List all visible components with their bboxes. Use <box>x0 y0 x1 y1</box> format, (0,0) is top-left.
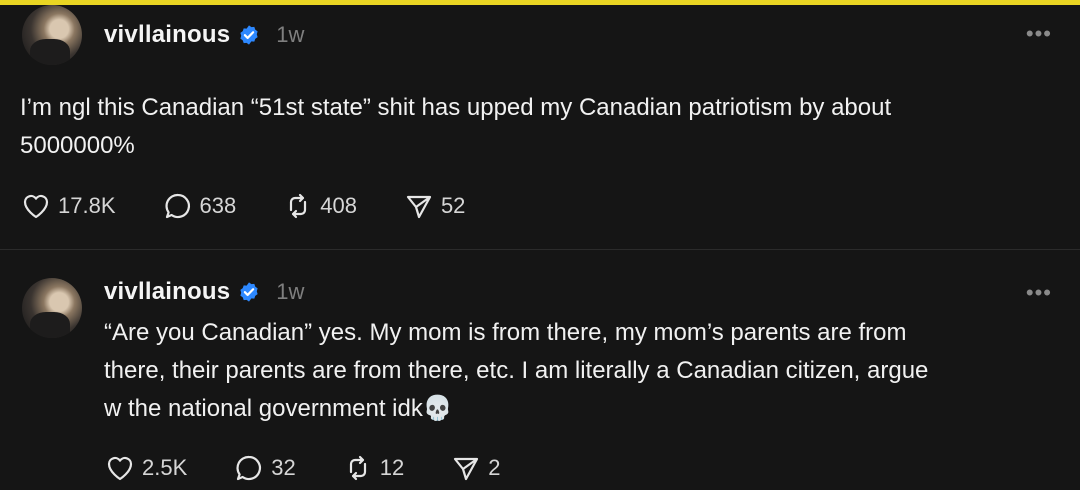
avatar[interactable] <box>22 278 82 338</box>
verified-badge-icon <box>240 282 258 302</box>
comment-icon <box>165 193 190 219</box>
post-time: 1w <box>276 279 305 304</box>
share-button[interactable]: 2 <box>450 452 500 484</box>
share-count: 2 <box>488 455 501 480</box>
post-text-line: 5000000% <box>20 132 135 159</box>
username[interactable]: vivllainous <box>104 278 230 306</box>
comment-button[interactable]: 638 <box>162 190 237 222</box>
comment-button[interactable]: 32 <box>233 452 296 484</box>
avatar[interactable] <box>22 5 82 65</box>
share-icon <box>454 457 479 481</box>
more-options-icon[interactable]: ••• <box>1026 21 1052 47</box>
heart-icon <box>23 194 49 219</box>
post-text-line: there, their parents are from there, etc… <box>104 357 929 384</box>
comment-count: 32 <box>271 455 296 480</box>
post-header: vivllainous 1w <box>104 20 304 50</box>
heart-icon <box>107 456 133 481</box>
post-text-line: “Are you Canadian” yes. My mom is from t… <box>104 319 907 346</box>
post-text-line: w the national government idk💀 <box>104 395 453 422</box>
post-text-line: I’m ngl this Canadian “51st state” shit … <box>20 94 892 121</box>
action-bar: 17.8K 638 408 52 <box>20 188 511 224</box>
post-1: vivllainous 1w ••• I’m ngl this Canadian… <box>0 5 1080 249</box>
share-count: 52 <box>440 193 466 218</box>
username[interactable]: vivllainous <box>104 21 230 49</box>
more-options-icon[interactable]: ••• <box>1026 280 1052 306</box>
post-text: “Are you Canadian” yes. My mom is from t… <box>104 314 1064 428</box>
share-icon <box>406 195 432 219</box>
repost-button[interactable]: 408 <box>282 190 357 222</box>
repost-count: 408 <box>320 193 357 218</box>
action-bar: 2.5K 32 12 2 <box>104 450 546 486</box>
post-2: vivllainous 1w ••• “Are you Canadian” ye… <box>0 250 1080 490</box>
repost-icon <box>349 455 366 481</box>
comment-count: 638 <box>199 193 237 218</box>
like-count: 2.5K <box>142 455 188 480</box>
post-header: vivllainous 1w <box>104 277 304 307</box>
verified-badge-icon <box>240 25 258 45</box>
share-button[interactable]: 52 <box>403 190 465 222</box>
post-text: I’m ngl this Canadian “51st state” shit … <box>20 89 1060 165</box>
like-button[interactable]: 17.8K <box>20 190 116 222</box>
repost-button[interactable]: 12 <box>342 452 404 484</box>
repost-icon <box>290 193 307 219</box>
like-button[interactable]: 2.5K <box>104 452 187 484</box>
comment-icon <box>236 455 262 481</box>
like-count: 17.8K <box>58 193 116 218</box>
repost-count: 12 <box>379 455 405 480</box>
post-time: 1w <box>276 22 305 47</box>
